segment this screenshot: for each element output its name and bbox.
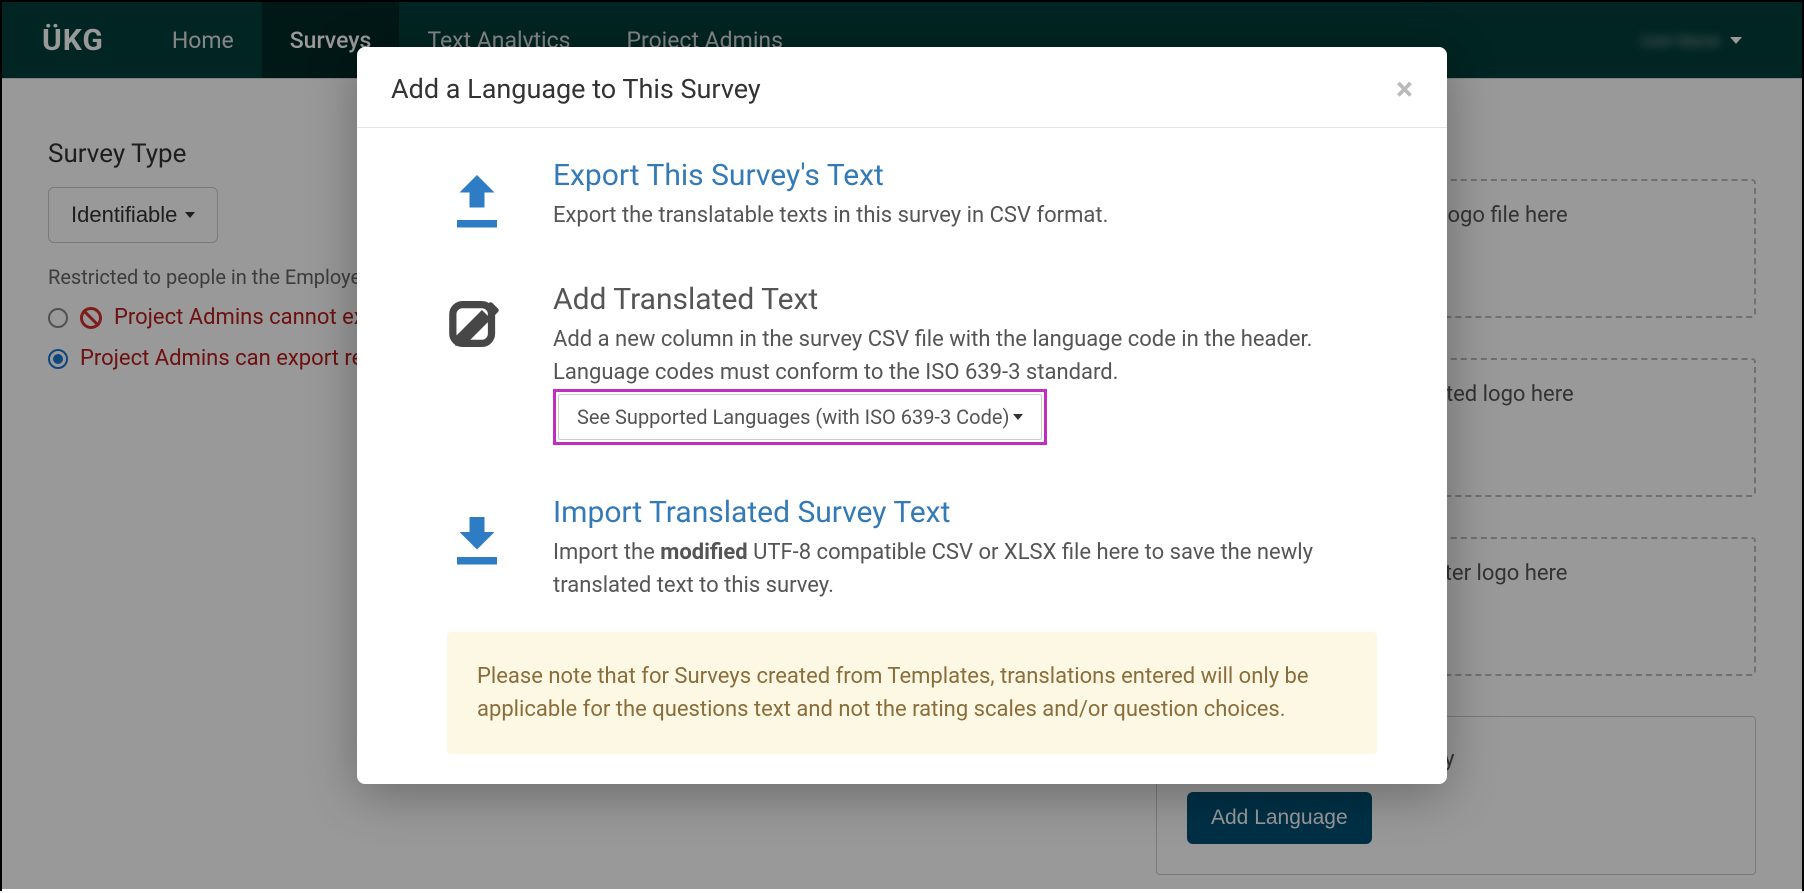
step-export: Export This Survey's Text Export the tra… — [447, 158, 1377, 232]
step-desc: Add a new column in the survey CSV file … — [553, 323, 1377, 389]
dropdown-label: See Supported Languages (with ISO 639-3 … — [577, 405, 1009, 429]
step-desc: Import the modified UTF-8 compatible CSV… — [553, 536, 1377, 602]
supported-languages-dropdown[interactable]: See Supported Languages (with ISO 639-3 … — [558, 394, 1042, 440]
step-import: Import Translated Survey Text Import the… — [447, 495, 1377, 602]
export-icon — [447, 170, 507, 230]
add-translated-text-title: Add Translated Text — [553, 282, 1377, 317]
export-survey-text-link[interactable]: Export This Survey's Text — [553, 158, 884, 193]
edit-icon — [447, 294, 507, 354]
desc-prefix: Import the — [553, 540, 660, 565]
highlight-annotation: See Supported Languages (with ISO 639-3 … — [553, 389, 1047, 445]
caret-down-icon — [1013, 414, 1023, 420]
import-icon — [447, 507, 507, 567]
import-translated-text-link[interactable]: Import Translated Survey Text — [553, 495, 950, 530]
desc-bold: modified — [660, 540, 747, 565]
close-icon[interactable]: × — [1396, 73, 1413, 105]
modal-title: Add a Language to This Survey — [391, 73, 761, 105]
add-language-modal: Add a Language to This Survey × Export T… — [357, 47, 1447, 784]
template-note: Please note that for Surveys created fro… — [447, 632, 1377, 754]
modal-overlay: Add a Language to This Survey × Export T… — [2, 2, 1802, 889]
step-desc: Export the translatable texts in this su… — [553, 199, 1377, 232]
step-add-translated: Add Translated Text Add a new column in … — [447, 282, 1377, 445]
